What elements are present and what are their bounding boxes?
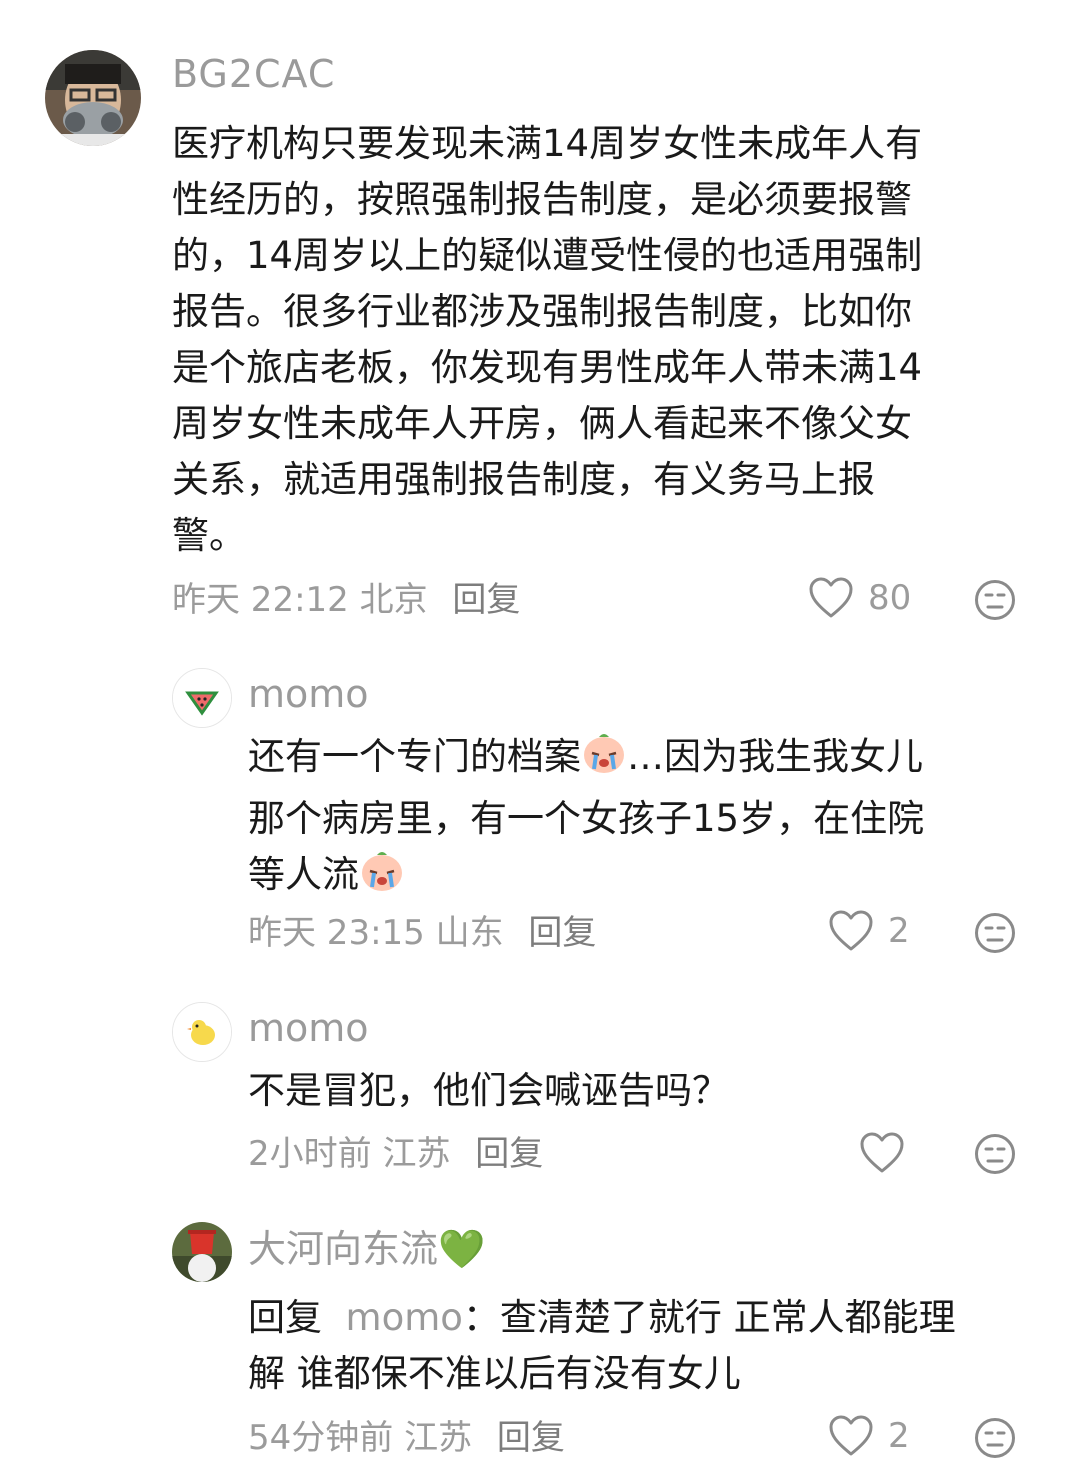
text-line: 回复 momo：查清楚了就行 正常人都能理 xyxy=(248,1290,1048,1346)
username[interactable]: momo xyxy=(248,1006,369,1050)
text-line: 医疗机构只要发现未满14周岁女性未成年人有 xyxy=(172,122,923,165)
comment-meta: 昨天 22:12 北京 回复 xyxy=(172,580,520,620)
text-segment: …因为我生我女儿 xyxy=(627,735,923,778)
avatar[interactable] xyxy=(172,668,232,728)
like-count: 2 xyxy=(888,1416,910,1456)
meh-face-icon xyxy=(975,913,1015,953)
like-button[interactable]: 2 xyxy=(828,1414,910,1458)
username[interactable]: momo xyxy=(248,672,369,716)
reply-button[interactable]: 回复 xyxy=(528,913,596,953)
text-segment: 等人流 xyxy=(248,853,359,896)
text-line: 的，14周岁以上的疑似遭受性侵的也适用强制 xyxy=(172,234,923,277)
meh-face-icon xyxy=(975,580,1015,620)
text-segment: 还有一个专门的档案 xyxy=(248,735,581,778)
comment-text: 不是冒犯，他们会喊诬告吗？ xyxy=(248,1069,729,1112)
comment-meta: 54分钟前 江苏 回复 xyxy=(248,1418,565,1458)
reply-prefix: 回复 xyxy=(248,1296,322,1339)
timestamp: 昨天 22:12 xyxy=(172,580,349,620)
like-count: 2 xyxy=(888,911,910,951)
timestamp: 54分钟前 xyxy=(248,1418,394,1458)
text-line: 关系，就适用强制报告制度，有义务马上报 xyxy=(172,458,875,501)
timestamp: 昨天 23:15 xyxy=(248,913,425,953)
like-button[interactable]: 80 xyxy=(808,576,911,620)
text-line: 警。 xyxy=(172,514,246,557)
avatar[interactable] xyxy=(172,1222,232,1282)
text-line: 是个旅店老板，你发现有男性成年人带未满14 xyxy=(172,346,923,389)
text-line: 等人流 xyxy=(248,847,1048,909)
reply-button[interactable]: 回复 xyxy=(497,1418,565,1458)
location: 江苏 xyxy=(404,1418,473,1458)
text-line: 解 谁都保不准以后有没有女儿 xyxy=(248,1352,741,1395)
dislike-button[interactable] xyxy=(974,912,1016,958)
comment-meta: 2小时前 江苏 回复 xyxy=(248,1134,543,1174)
meh-face-icon xyxy=(975,1134,1015,1174)
text-line: 还有一个专门的档案 …因为我生我女儿 xyxy=(248,729,1048,791)
text-line: 周岁女性未成年人开房，俩人看起来不像父女 xyxy=(172,402,912,445)
heart-outline-icon xyxy=(860,1132,904,1173)
location: 山东 xyxy=(435,913,504,953)
dislike-button[interactable] xyxy=(974,1133,1016,1179)
dislike-button[interactable] xyxy=(974,1417,1016,1463)
comment-text: 还有一个专门的档案 …因为我生我女儿 那个病房里，有一个女孩子15岁，在住院 等人… xyxy=(248,729,1048,909)
reply-button[interactable]: 回复 xyxy=(452,580,520,620)
heart-outline-icon xyxy=(809,577,853,618)
like-button[interactable]: 2 xyxy=(828,909,910,953)
heart-outline-icon xyxy=(829,910,873,951)
avatar[interactable] xyxy=(45,50,141,146)
like-button[interactable] xyxy=(859,1131,905,1175)
text-segment: ：查清楚了就行 正常人都能理 xyxy=(462,1296,956,1339)
username[interactable]: 大河向东流💚 xyxy=(248,1227,485,1271)
meh-face-icon xyxy=(975,1418,1015,1458)
reply-button[interactable]: 回复 xyxy=(475,1134,543,1174)
location: 北京 xyxy=(359,580,428,620)
dislike-button[interactable] xyxy=(974,579,1016,625)
timestamp: 2小时前 xyxy=(248,1134,372,1174)
text-line: 报告。很多行业都涉及强制报告制度，比如你 xyxy=(172,290,912,333)
avatar[interactable] xyxy=(172,1002,232,1062)
text-line: 那个病房里，有一个女孩子15岁，在住院 xyxy=(248,797,925,840)
text-line: 性经历的，按照强制报告制度，是必须要报警 xyxy=(172,178,912,221)
like-count: 80 xyxy=(868,578,912,618)
comment-text: 医疗机构只要发现未满14周岁女性未成年人有 性经历的，按照强制报告制度，是必须要… xyxy=(172,116,1052,564)
location: 江苏 xyxy=(382,1134,451,1174)
comment-text: 回复 momo：查清楚了就行 正常人都能理 解 谁都保不准以后有没有女儿 xyxy=(248,1290,1048,1402)
crying-face-emoji xyxy=(359,849,405,909)
heart-outline-icon xyxy=(829,1415,873,1456)
reply-target-username[interactable]: momo xyxy=(346,1296,463,1339)
username[interactable]: BG2CAC xyxy=(172,52,335,96)
comment-meta: 昨天 23:15 山东 回复 xyxy=(248,913,596,953)
crying-face-emoji xyxy=(581,731,627,791)
